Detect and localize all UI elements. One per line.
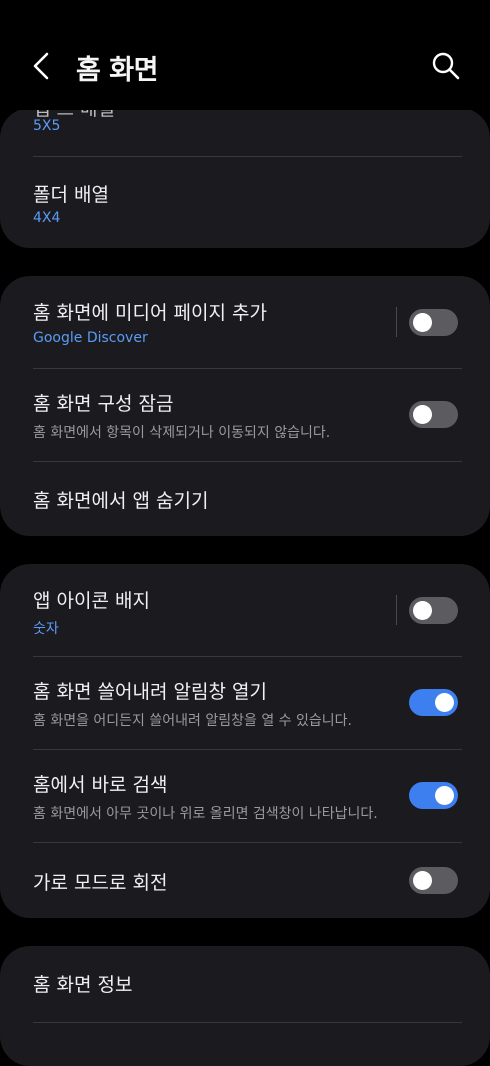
page-title: 홈 화면 <box>76 55 158 86</box>
about-home-row[interactable]: 홈 화면 정보 <box>0 946 490 1022</box>
toggle-knob <box>435 693 454 712</box>
lock-layout-row[interactable]: 홈 화면 구성 잠금 홈 화면에서 항목이 삭제되거나 이동되지 않습니다. <box>0 369 490 461</box>
media-page-toggle[interactable] <box>409 309 458 336</box>
toggle-knob <box>413 871 432 890</box>
lock-layout-toggle[interactable] <box>409 401 458 428</box>
about-card: 홈 화면 정보 <box>0 946 490 1066</box>
swipe-down-row[interactable]: 홈 화면 쓸어내려 알림창 열기 홈 화면을 어디든지 쓸어내려 알림창을 열 … <box>0 657 490 749</box>
folder-grid-title: 폴더 배열 <box>33 184 109 206</box>
home-search-row[interactable]: 홈에서 바로 검색 홈 화면에서 아무 곳이나 위로 올리면 검색창이 나타납니… <box>0 750 490 842</box>
badges-row[interactable]: 앱 아이콘 배지 숫자 <box>0 564 490 656</box>
badges-title: 앱 아이콘 배지 <box>33 590 150 612</box>
swipe-down-title: 홈 화면 쓸어내려 알림창 열기 <box>33 681 267 703</box>
swipe-down-toggle[interactable] <box>409 689 458 716</box>
home-search-sub: 홈 화면에서 아무 곳이나 위로 올리면 검색창이 나타납니다. <box>33 806 378 822</box>
back-arrow-icon[interactable] <box>28 50 56 82</box>
hide-apps-row[interactable]: 홈 화면에서 앱 숨기기 <box>0 462 490 536</box>
app-grid-value: 5X5 <box>33 118 61 134</box>
lock-layout-sub: 홈 화면에서 항목이 삭제되거나 이동되지 않습니다. <box>33 425 331 441</box>
app-bar: 홈 화면 <box>0 0 490 110</box>
swipe-down-sub: 홈 화면을 어디든지 쓸어내려 알림창을 열 수 있습니다. <box>33 713 352 729</box>
layout-settings-card: 홈 화면에 미디어 페이지 추가 Google Discover 홈 화면 구성… <box>0 276 490 536</box>
separator <box>396 595 397 625</box>
home-search-toggle[interactable] <box>409 782 458 809</box>
settings-list[interactable]: 앱 스 배열 5X5 폴더 배열 4X4 홈 화면에 미디어 페이지 추가 Go… <box>0 0 490 1066</box>
media-page-title: 홈 화면에 미디어 페이지 추가 <box>33 302 267 324</box>
media-page-sub: Google Discover <box>33 330 148 346</box>
grid-settings-card: 앱 스 배열 5X5 폴더 배열 4X4 <box>0 108 490 248</box>
folder-grid-value: 4X4 <box>33 210 61 226</box>
media-page-row[interactable]: 홈 화면에 미디어 페이지 추가 Google Discover <box>0 276 490 368</box>
home-search-title: 홈에서 바로 검색 <box>33 774 168 796</box>
toggle-knob <box>413 601 432 620</box>
hide-apps-title: 홈 화면에서 앱 숨기기 <box>33 490 209 512</box>
folder-grid-row[interactable]: 폴더 배열 4X4 <box>0 157 490 248</box>
behavior-settings-card: 앱 아이콘 배지 숫자 홈 화면 쓸어내려 알림창 열기 홈 화면을 어디든지 … <box>0 564 490 918</box>
app-grid-row[interactable]: 앱 스 배열 5X5 <box>0 108 490 156</box>
search-icon[interactable] <box>430 50 462 82</box>
rotate-row[interactable]: 가로 모드로 회전 <box>0 843 490 918</box>
badges-toggle[interactable] <box>409 597 458 624</box>
badges-sub: 숫자 <box>33 621 59 637</box>
divider <box>33 1022 462 1023</box>
toggle-knob <box>435 786 454 805</box>
about-home-title: 홈 화면 정보 <box>33 974 133 996</box>
toggle-knob <box>413 405 432 424</box>
toggle-knob <box>413 313 432 332</box>
rotate-toggle[interactable] <box>409 867 458 894</box>
lock-layout-title: 홈 화면 구성 잠금 <box>33 393 174 415</box>
rotate-title: 가로 모드로 회전 <box>33 872 168 894</box>
separator <box>396 307 397 337</box>
